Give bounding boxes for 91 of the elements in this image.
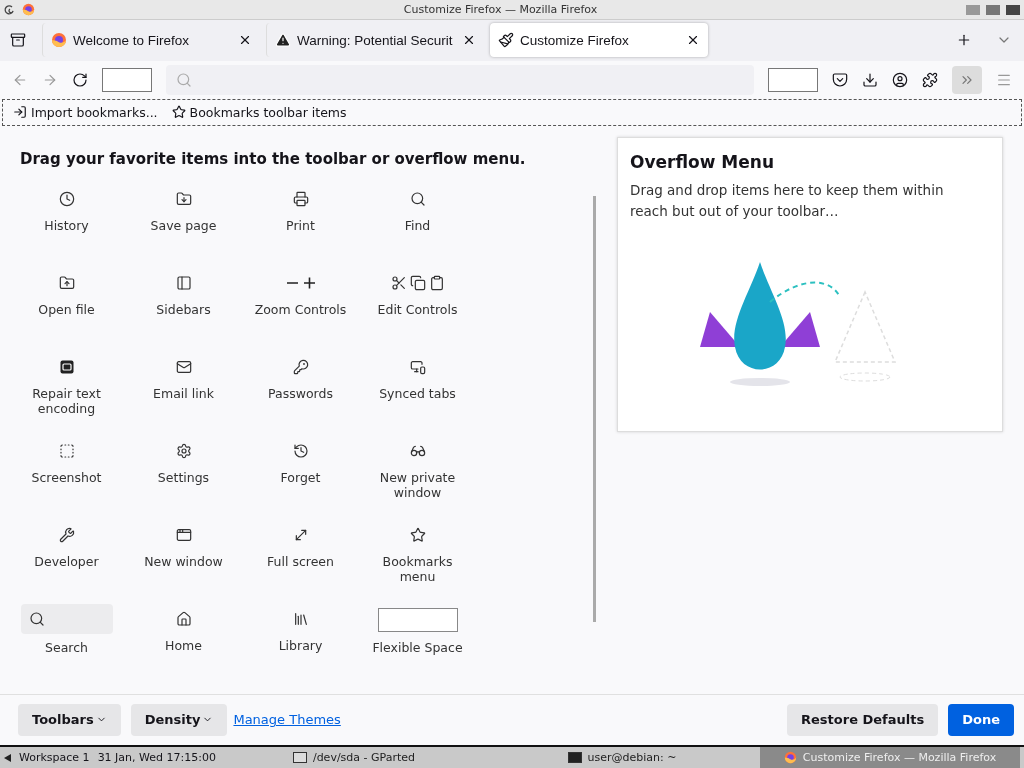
panel-text: Drag and drop items here to keep them within reach but out of your toolbar… — [630, 180, 945, 221]
item-label[interactable]: Bookmarks menu — [367, 553, 468, 584]
search-icon — [28, 610, 45, 627]
item-label[interactable]: Sidebars — [156, 301, 211, 317]
cut-icon — [390, 274, 407, 291]
account-icon[interactable] — [892, 71, 908, 88]
star-icon — [409, 526, 426, 543]
bookmark-item[interactable]: Bookmarks toolbar items — [171, 104, 347, 120]
tab-list-icon[interactable] — [10, 32, 26, 49]
home-icon — [175, 610, 192, 627]
browser-tab[interactable]: Welcome to Firefox — [42, 23, 260, 58]
close-button[interactable] — [1006, 4, 1020, 15]
item-label[interactable]: Developer — [34, 553, 99, 569]
browser-tab[interactable]: Warning: Potential Securit — [266, 23, 484, 58]
search-icon — [409, 190, 426, 207]
terminal-icon — [567, 752, 582, 764]
item-label[interactable]: Print — [286, 217, 315, 233]
import-icon — [13, 105, 27, 120]
item-label[interactable]: Library — [278, 637, 323, 653]
item-label[interactable]: Passwords — [268, 385, 333, 401]
minimize-button[interactable] — [966, 4, 980, 15]
folder-upload-icon — [58, 274, 75, 291]
item-label[interactable]: Home — [165, 637, 202, 653]
item-label[interactable]: Settings — [157, 469, 210, 485]
window-title: Customize Firefox — Mozilla Firefox — [402, 3, 599, 16]
swirl-logo-icon — [4, 3, 16, 16]
item-label[interactable]: Full screen — [267, 553, 334, 569]
density-button[interactable]: Density — [130, 703, 228, 736]
item-label[interactable]: Open file — [38, 301, 95, 317]
item-label[interactable]: History — [44, 217, 89, 233]
restore-defaults-button[interactable]: Restore Defaults — [787, 703, 939, 736]
browser-tab[interactable]: Customize Firefox — [490, 23, 708, 58]
manage-themes-link[interactable]: Manage Themes — [233, 712, 341, 728]
key-icon — [292, 358, 309, 375]
item-label[interactable]: Save page — [150, 217, 217, 233]
panel-title: Overflow Menu — [630, 151, 775, 172]
reload-icon[interactable] — [72, 71, 88, 88]
palette-heading: Drag your favorite items into the toolbar or overflow menu. — [19, 149, 527, 168]
search-icon — [176, 71, 192, 88]
flexible-space-placeholder[interactable] — [377, 607, 458, 632]
maximize-button[interactable] — [986, 4, 1000, 15]
download-icon[interactable] — [862, 71, 878, 88]
previous-workspace-icon[interactable] — [4, 753, 11, 762]
sidebar-icon — [175, 274, 192, 291]
warning-icon — [275, 32, 291, 49]
wrench-icon — [58, 526, 75, 543]
extensions-icon[interactable] — [922, 71, 938, 88]
firefox-logo-icon — [22, 3, 35, 16]
overflow-button[interactable] — [952, 65, 982, 94]
search-field[interactable] — [20, 603, 113, 634]
taskbar-button[interactable]: /dev/sda - GParted — [223, 747, 484, 768]
item-label: Search — [45, 639, 88, 655]
toolbar-spacer[interactable] — [102, 67, 152, 92]
item-label[interactable]: Edit Controls — [377, 301, 458, 317]
screenshot-icon — [58, 442, 75, 459]
scrollbar[interactable] — [593, 195, 596, 622]
item-label[interactable]: Email link — [153, 385, 214, 401]
printer-icon — [292, 190, 309, 207]
done-button[interactable]: Done — [948, 703, 1014, 736]
item-label[interactable]: New private window — [367, 469, 468, 500]
window-icon — [175, 526, 192, 543]
item-label[interactable]: Screenshot — [31, 469, 102, 485]
copy-icon — [409, 274, 426, 291]
taskbar-button[interactable]: user@debian: ~ — [491, 747, 752, 768]
library-icon — [292, 610, 309, 627]
history-icon — [292, 442, 309, 459]
encoding-icon — [58, 358, 75, 375]
item-label[interactable]: New window — [144, 553, 223, 569]
folder-download-icon — [175, 190, 192, 207]
pocket-icon[interactable] — [832, 71, 848, 88]
toolbars-button[interactable]: Toolbars — [18, 703, 121, 736]
firefox-logo-icon — [783, 751, 797, 765]
item-label[interactable]: Find — [404, 217, 431, 233]
item-label[interactable]: Zoom Controls — [254, 301, 347, 317]
clock-icon — [58, 190, 75, 207]
devices-icon — [409, 358, 426, 375]
paintbrush-icon — [498, 32, 514, 49]
zoom-controls-icon — [285, 276, 316, 289]
item-label[interactable]: Forget — [280, 469, 321, 485]
settings-icon — [175, 442, 192, 459]
item-label[interactable]: Repair text encoding — [16, 385, 117, 416]
bookmark-item[interactable]: Import bookmarks... — [13, 104, 158, 120]
item-label: Flexible Space — [372, 639, 463, 655]
workspace-label: Workspace 1 — [19, 751, 90, 765]
item-label[interactable]: Synced tabs — [379, 385, 456, 401]
star-icon — [171, 105, 186, 120]
mail-icon — [175, 358, 192, 375]
paste-icon — [428, 274, 445, 291]
firefox-logo-icon — [51, 32, 67, 49]
toolbar-spacer[interactable] — [768, 67, 818, 92]
date-time: 31 Jan, Wed 17:15:00 — [97, 751, 216, 765]
